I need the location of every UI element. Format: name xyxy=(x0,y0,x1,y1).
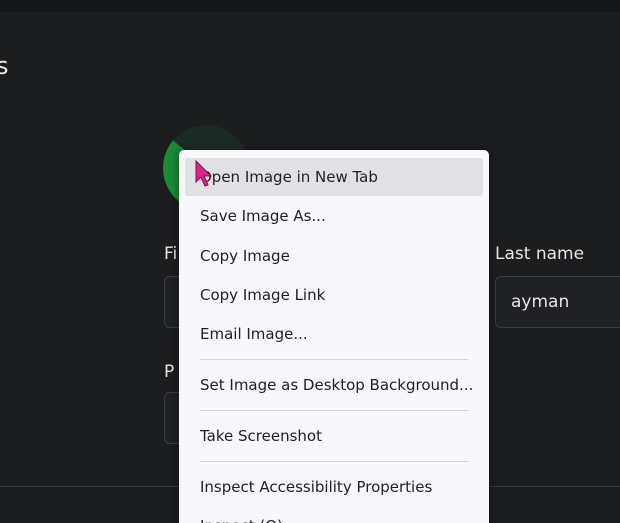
phone-label: P xyxy=(164,362,175,382)
menu-item-inspect-accessibility[interactable]: Inspect Accessibility Properties xyxy=(185,468,483,506)
menu-item-save-image-as[interactable]: Save Image As... xyxy=(185,197,483,235)
menu-item-email-image[interactable]: Email Image... xyxy=(185,315,483,353)
last-name-label: Last name xyxy=(495,244,585,264)
image-context-menu: Open Image in New Tab Save Image As... C… xyxy=(179,150,489,523)
mouse-pointer-icon xyxy=(195,160,213,187)
menu-item-set-desktop-background[interactable]: Set Image as Desktop Background... xyxy=(185,366,483,404)
menu-item-open-image-new-tab[interactable]: Open Image in New Tab xyxy=(185,158,483,196)
page-title: s xyxy=(0,52,9,80)
last-name-value: ayman xyxy=(511,292,570,312)
menu-item-copy-image[interactable]: Copy Image xyxy=(185,237,483,275)
menu-separator xyxy=(200,359,468,360)
menu-item-take-screenshot[interactable]: Take Screenshot xyxy=(185,417,483,455)
menu-item-inspect[interactable]: Inspect (Q) xyxy=(185,507,483,523)
first-name-label: Fi xyxy=(164,244,178,264)
app-window: s Fi Last name ayman P Open Image in New… xyxy=(0,0,620,523)
menu-separator xyxy=(200,410,468,411)
menu-separator xyxy=(200,461,468,462)
top-bar xyxy=(0,0,620,12)
menu-item-copy-image-link[interactable]: Copy Image Link xyxy=(185,276,483,314)
